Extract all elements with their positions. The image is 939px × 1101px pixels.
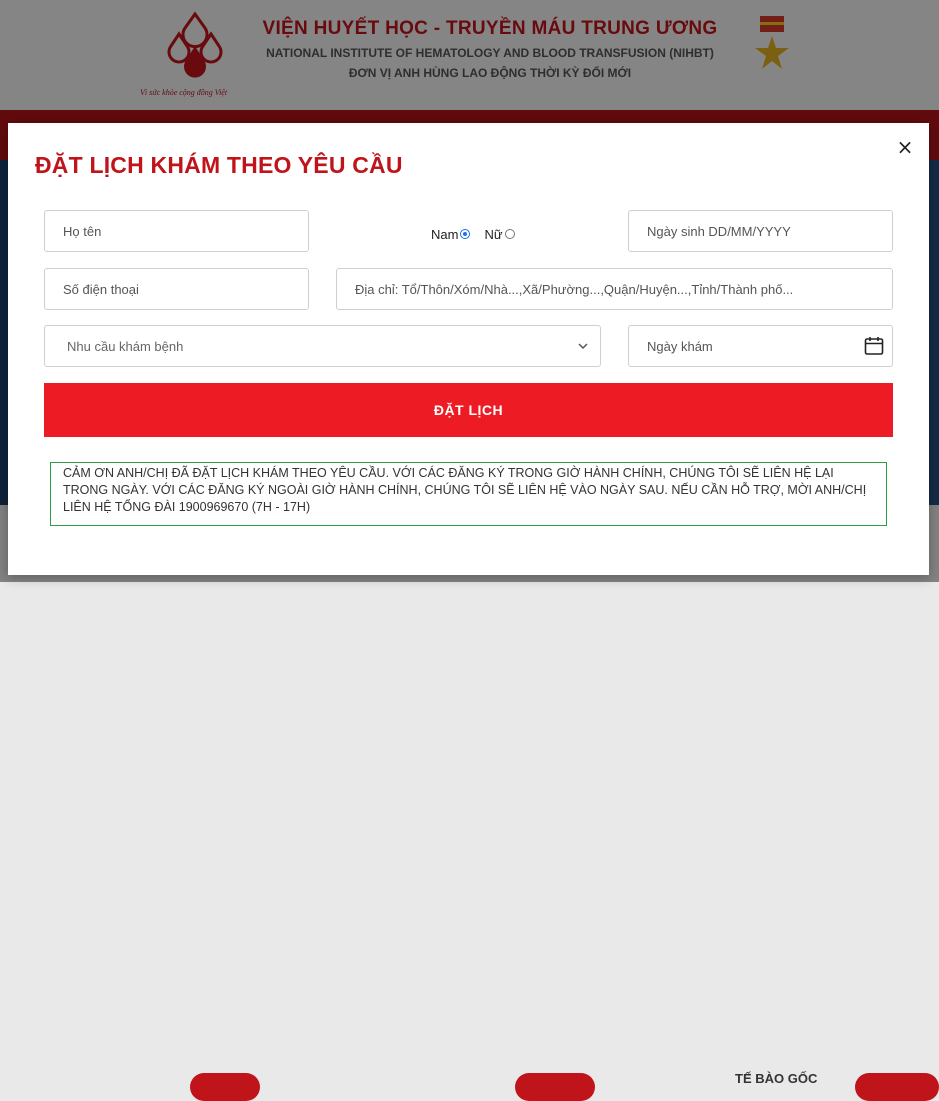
chevron-down-icon xyxy=(578,343,588,350)
calendar-icon[interactable] xyxy=(864,336,884,356)
close-button[interactable]: × xyxy=(895,137,915,157)
gender-female-radio[interactable] xyxy=(504,229,515,239)
gender-male-label: Nam xyxy=(431,226,459,242)
phone-placeholder: Số điện thoại xyxy=(63,281,139,297)
footer-partial-text: TẾ BÀO GỐC xyxy=(735,1071,818,1086)
name-placeholder: Họ tên xyxy=(63,223,102,239)
bg-button xyxy=(515,1073,595,1101)
gender-female-label: Nữ xyxy=(484,226,503,242)
exam-need-placeholder: Nhu cầu khám bệnh xyxy=(67,338,184,354)
visit-date-input[interactable]: Ngày khám xyxy=(628,325,893,367)
dob-input[interactable]: Ngày sinh DD/MM/YYYY xyxy=(628,210,893,252)
gender-group: Nam Nữ xyxy=(431,224,515,244)
bg-button xyxy=(855,1073,939,1101)
phone-input[interactable]: Số điện thoại xyxy=(44,268,309,310)
book-appointment-button[interactable]: ĐẶT LỊCH xyxy=(44,383,893,437)
booking-modal: ĐẶT LỊCH KHÁM THEO YÊU CẦU × Họ tên Nam … xyxy=(8,123,929,575)
confirmation-notice: CẢM ƠN ANH/CHỊ ĐÃ ĐẶT LỊCH KHÁM THEO YÊU… xyxy=(50,462,887,526)
bg-button xyxy=(190,1073,260,1101)
name-input[interactable]: Họ tên xyxy=(44,210,309,252)
address-placeholder: Địa chỉ: Tổ/Thôn/Xóm/Nhà...,Xã/Phường...… xyxy=(355,281,794,297)
visit-date-placeholder: Ngày khám xyxy=(647,338,713,354)
modal-title: ĐẶT LỊCH KHÁM THEO YÊU CẦU xyxy=(35,152,403,178)
gender-male-radio[interactable] xyxy=(460,229,471,239)
dob-placeholder: Ngày sinh DD/MM/YYYY xyxy=(647,223,791,239)
exam-need-select[interactable]: Nhu cầu khám bệnh xyxy=(44,325,601,367)
address-input[interactable]: Địa chỉ: Tổ/Thôn/Xóm/Nhà...,Xã/Phường...… xyxy=(336,268,893,310)
